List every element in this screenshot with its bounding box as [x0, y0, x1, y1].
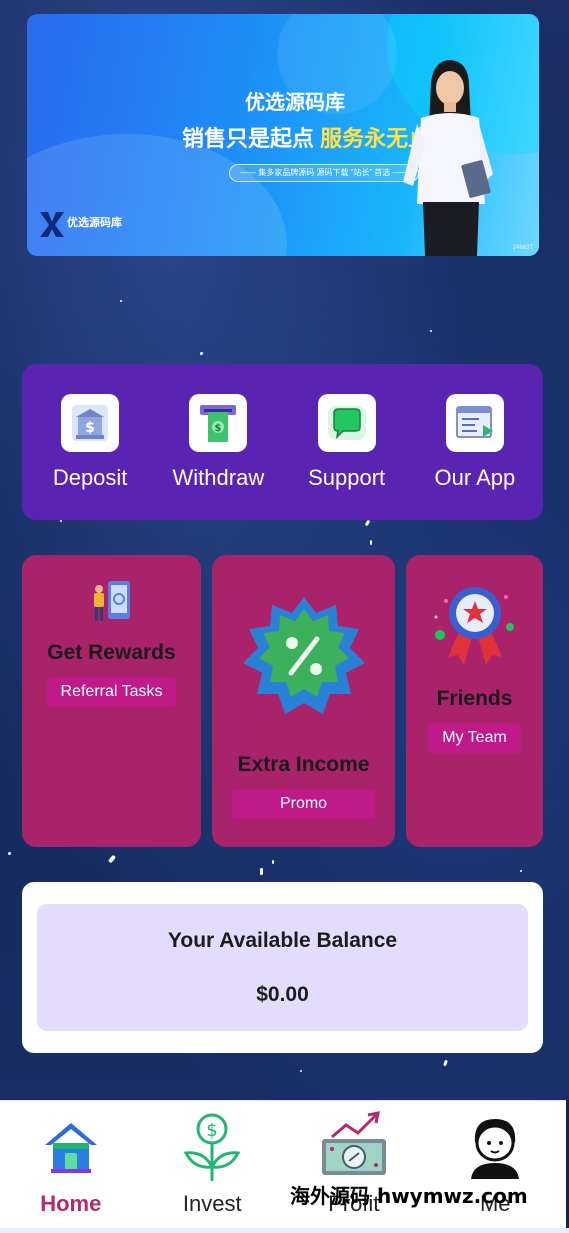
banner-logo-text: 优选源码库 [67, 217, 122, 229]
discount-badge-icon [242, 597, 365, 714]
friends-card[interactable]: Friends My Team [406, 555, 543, 847]
withdraw-label: Withdraw [172, 465, 265, 490]
banner-subtitle-part1: 销售只是起点 [182, 126, 315, 151]
app-window-icon [445, 394, 504, 452]
atm-cash-icon: $ [189, 394, 248, 452]
nav-home[interactable]: Home [0, 1101, 142, 1230]
referral-tasks-button[interactable]: Referral Tasks [46, 677, 177, 707]
banner-pill: —— 集多家品牌源码 源码下载 “站长” 首选 —— [229, 164, 420, 182]
our-app-label: Our App [434, 465, 516, 490]
svg-text:$: $ [207, 1120, 218, 1141]
referral-phone-icon [93, 581, 130, 621]
banner-tag: 24683T [512, 245, 533, 251]
support-button[interactable]: Support [287, 364, 407, 520]
deposit-label: Deposit [52, 465, 128, 490]
profit-chart-icon [316, 1109, 392, 1185]
nav-profit[interactable]: Profit [283, 1101, 425, 1230]
svg-text:$: $ [85, 420, 95, 436]
balance-value: $0.00 [256, 983, 309, 1006]
balance-panel: Your Available Balance $0.00 [22, 882, 543, 1053]
my-team-button[interactable]: My Team [428, 723, 521, 753]
watermark-text: 海外源码 hwymwz.com [290, 1184, 528, 1208]
home-icon [33, 1109, 109, 1185]
nav-invest-label: Invest [182, 1191, 242, 1216]
bottom-navigation: Home $ Invest Profit Me [0, 1100, 566, 1230]
support-label: Support [308, 465, 386, 490]
bank-icon: $ [61, 394, 120, 452]
user-avatar-icon [457, 1109, 533, 1185]
money-plant-icon: $ [174, 1109, 250, 1185]
award-ribbon-icon [434, 587, 514, 665]
nav-me[interactable]: Me [425, 1101, 567, 1230]
svg-text:$: $ [215, 423, 222, 434]
promo-button[interactable]: Promo [231, 789, 376, 819]
chat-bubble-icon [317, 394, 376, 452]
promo-banner[interactable]: 优选源码库 销售只是起点 服务永无止境 —— 集多家品牌源码 源码下载 “站长”… [27, 14, 539, 256]
get-rewards-card[interactable]: Get Rewards Referral Tasks [22, 555, 201, 847]
friends-title: Friends [436, 687, 513, 710]
get-rewards-title: Get Rewards [47, 641, 176, 664]
withdraw-button[interactable]: $ Withdraw [158, 364, 278, 520]
our-app-button[interactable]: Our App [415, 364, 535, 520]
balance-box: Your Available Balance $0.00 [37, 904, 528, 1031]
quick-actions-panel: $ Deposit $ Withdraw Support Our App [22, 364, 543, 520]
brand-logo-icon [40, 212, 64, 237]
banner-title: 优选源码库 [245, 92, 345, 114]
deposit-button[interactable]: $ Deposit [30, 364, 150, 520]
nav-home-label: Home [40, 1191, 102, 1216]
extra-income-card[interactable]: Extra Income Promo [212, 555, 395, 847]
businesswoman-illustration [403, 60, 493, 256]
balance-label: Your Available Balance [167, 929, 398, 952]
bottom-edge [0, 1228, 569, 1233]
extra-income-title: Extra Income [237, 753, 370, 776]
nav-invest[interactable]: $ Invest [142, 1101, 284, 1230]
